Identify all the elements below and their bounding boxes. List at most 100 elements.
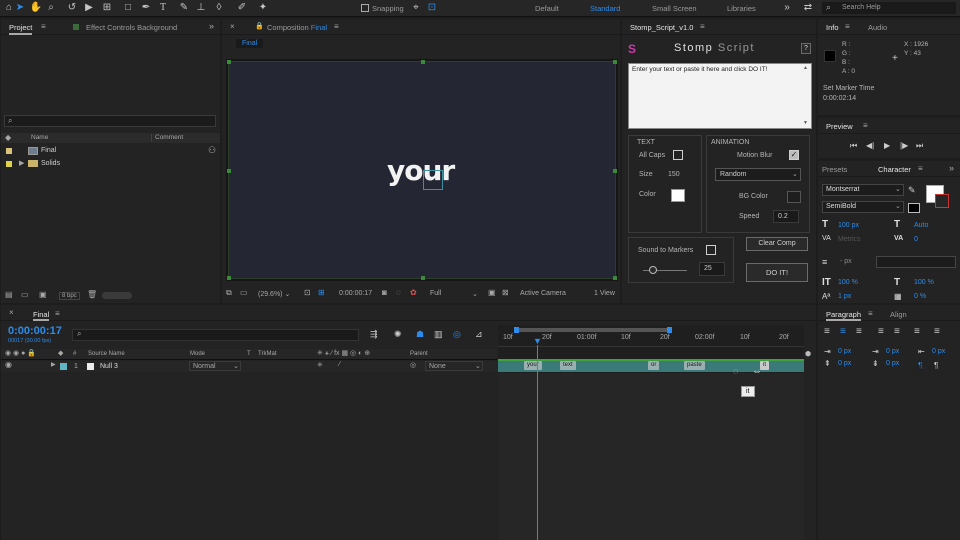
handle[interactable]: [227, 276, 231, 280]
textarea-scroll-up-icon[interactable]: ▲: [803, 65, 808, 71]
prev-frame-icon[interactable]: ◀|: [866, 141, 874, 150]
handle[interactable]: [227, 60, 231, 64]
tab-composition[interactable]: Composition Final: [267, 23, 327, 32]
tab-audio[interactable]: Audio: [868, 23, 887, 32]
always-preview-icon[interactable]: ⧉: [226, 288, 232, 298]
stroke-width-value[interactable]: - px: [840, 258, 852, 265]
layer-marker[interactable]: your: [524, 361, 542, 370]
all-caps-checkbox[interactable]: [673, 150, 683, 160]
handle[interactable]: [421, 276, 425, 280]
font-style-dropdown[interactable]: SemiBold ⌄: [822, 201, 904, 213]
tab-align[interactable]: Align: [890, 310, 907, 319]
space-before-value[interactable]: 0 px: [838, 360, 851, 367]
new-folder-icon[interactable]: ▭: [21, 290, 29, 299]
tab-preview[interactable]: Preview: [826, 122, 853, 131]
speed-input[interactable]: 0.2: [773, 210, 799, 223]
quality-switch-icon[interactable]: ∕: [339, 361, 340, 368]
preview-menu-icon[interactable]: ≡: [863, 121, 868, 130]
comp-breadcrumb[interactable]: Final: [236, 39, 264, 48]
column-name[interactable]: Name: [31, 134, 48, 141]
table-row[interactable]: ◉ ▶ 1 Null 3 Normal ⌄ ✳ ∕ ◎ None ⌄: [1, 360, 497, 372]
rectangle-tool-icon[interactable]: □: [121, 1, 135, 15]
do-it-button[interactable]: DO IT!: [746, 263, 808, 282]
snapshot-icon[interactable]: ◙: [382, 288, 387, 297]
resolution-dropdown[interactable]: Full ⌄: [430, 290, 480, 298]
timeline-search-input[interactable]: ⌕: [72, 329, 359, 341]
parent-dropdown[interactable]: None ⌄: [425, 361, 483, 371]
tab-info[interactable]: Info: [826, 23, 839, 32]
timeline-zoom-handle[interactable]: ⬢: [805, 350, 811, 358]
work-area-start-handle[interactable]: [514, 327, 519, 333]
playhead-line[interactable]: [537, 345, 538, 540]
align-center-icon[interactable]: ≡: [840, 326, 846, 337]
handle[interactable]: [613, 169, 617, 173]
indent-right-value[interactable]: 0 px: [932, 348, 945, 355]
layer-marker[interactable]: or: [648, 361, 660, 370]
column-t[interactable]: T: [247, 351, 251, 357]
stroke-type-dropdown[interactable]: [876, 256, 956, 268]
selection-tool-icon[interactable]: ➤: [13, 1, 27, 15]
project-menu-icon[interactable]: ≡: [41, 22, 46, 31]
view-layout-icon[interactable]: ⊠: [502, 288, 509, 297]
list-item[interactable]: Final ⚇: [1, 145, 220, 157]
workspace-default[interactable]: Default: [535, 4, 559, 13]
ltr-direction-icon[interactable]: ¶: [918, 361, 923, 370]
views-dropdown[interactable]: 1 View: [594, 290, 615, 297]
first-frame-icon[interactable]: ⏮: [850, 141, 857, 151]
draft-3d-icon[interactable]: ✺: [394, 329, 402, 340]
indent-left-value[interactable]: 0 px: [838, 348, 851, 355]
brush-tool-icon[interactable]: ✎: [177, 1, 191, 15]
snap-grid-icon[interactable]: ⊡: [425, 1, 439, 15]
expand-arrow-icon[interactable]: ▶: [19, 159, 24, 167]
text-entry-textarea[interactable]: Enter your text or paste it here and cli…: [628, 63, 812, 129]
animation-mode-dropdown[interactable]: Random ⌄: [715, 168, 801, 181]
eyedropper-icon[interactable]: ✎: [908, 185, 916, 196]
pickwhip-icon[interactable]: ◎: [410, 361, 416, 369]
stroke-color-swatch[interactable]: [935, 194, 949, 208]
layer-marker[interactable]: paste: [684, 361, 705, 370]
tracking-value[interactable]: 0: [914, 236, 918, 243]
bpc-label[interactable]: 8 bpc: [59, 292, 80, 300]
motion-blur-icon[interactable]: ◎: [453, 329, 461, 340]
snap-options-icon[interactable]: ⌖: [409, 1, 423, 15]
new-composition-icon[interactable]: ▣: [39, 290, 47, 299]
workspace-libraries[interactable]: Libraries: [727, 4, 756, 13]
zoom-dropdown[interactable]: (29.6%) ⌄: [258, 290, 290, 298]
column-parent[interactable]: Parent: [410, 351, 428, 357]
baseline-shift-value[interactable]: 1 px: [838, 293, 851, 300]
paragraph-menu-icon[interactable]: ≡: [868, 309, 873, 318]
time-graph-area[interactable]: [498, 325, 804, 540]
eraser-tool-icon[interactable]: ◊: [212, 1, 226, 15]
shy-layers-icon[interactable]: ☗: [416, 329, 424, 340]
camera-dropdown[interactable]: Active Camera: [520, 290, 566, 297]
color-swatch[interactable]: [671, 189, 685, 202]
pan-behind-tool-icon[interactable]: ⊞: [100, 1, 114, 15]
handle[interactable]: [227, 169, 231, 173]
sound-slider-thumb[interactable]: [649, 266, 657, 274]
label-color-swatch[interactable]: [60, 363, 67, 370]
align-right-icon[interactable]: ≡: [856, 326, 862, 337]
more-workspaces-icon[interactable]: »: [780, 1, 794, 15]
roto-brush-tool-icon[interactable]: ✐: [235, 1, 249, 15]
column-comment[interactable]: Comment: [151, 134, 183, 141]
snapping-checkbox[interactable]: [361, 4, 369, 12]
comp-mini-flowchart-icon[interactable]: ⇶: [370, 329, 378, 340]
next-frame-icon[interactable]: |▶: [900, 141, 908, 150]
font-size-value[interactable]: 100 px: [838, 222, 859, 229]
last-frame-icon[interactable]: ⏭: [916, 141, 923, 151]
tab-project[interactable]: Project: [9, 23, 33, 35]
clone-stamp-tool-icon[interactable]: ⊥: [194, 1, 208, 15]
font-family-dropdown[interactable]: Montserrat ⌄: [822, 184, 904, 196]
leading-value[interactable]: Auto: [914, 222, 928, 229]
interpret-footage-icon[interactable]: ▤: [5, 290, 13, 299]
swap-colors-icon[interactable]: [908, 203, 920, 213]
column-source-name[interactable]: Source Name: [88, 351, 125, 357]
camera-tool-icon[interactable]: ▶: [82, 1, 96, 15]
help-button[interactable]: ?: [801, 43, 811, 54]
work-area-bar[interactable]: [516, 328, 668, 332]
panel-overflow-icon[interactable]: »: [949, 163, 954, 173]
list-item[interactable]: ▶ Solids: [1, 158, 220, 170]
monitor-icon[interactable]: ▭: [240, 288, 248, 297]
work-area-end-handle[interactable]: [667, 327, 672, 333]
size-value[interactable]: 150: [668, 171, 680, 178]
